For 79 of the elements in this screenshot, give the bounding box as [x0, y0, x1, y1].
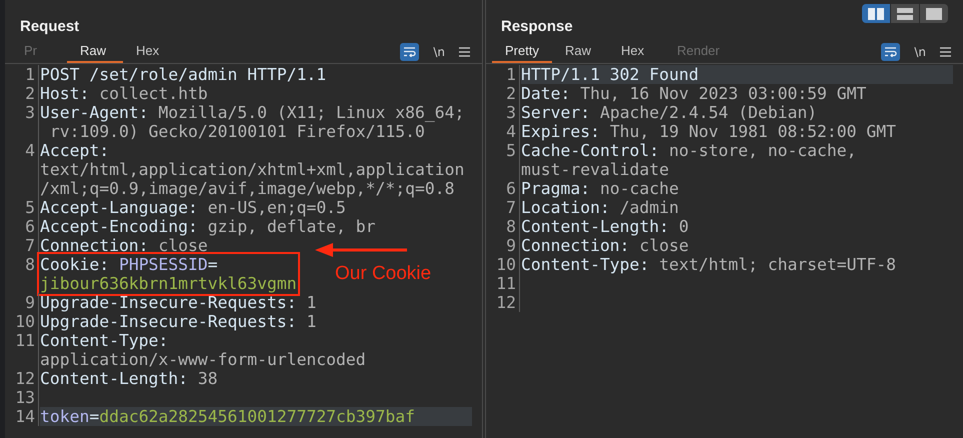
wrap-icon — [884, 46, 898, 57]
code-text: application/x-www-form-urlencoded — [40, 350, 366, 369]
code-text: /xml;q=0.9,image/avif,image/webp,*/*;q=0.8 — [40, 179, 454, 198]
code-text: POST /set/role/admin HTTP/1.1 — [40, 65, 326, 84]
layout-toggle-button[interactable] — [862, 4, 890, 23]
line-number: 9 — [24, 293, 36, 312]
code-text: rv:109.0) Gecko/20100101 Firefox/115.0 — [48, 122, 425, 141]
line-number: 5 — [505, 141, 517, 160]
code-text: Content-Type: — [40, 331, 168, 350]
code-text: Accept: — [40, 141, 110, 160]
view-tab[interactable]: Pretty — [492, 40, 552, 63]
code-text: Host: collect.htb — [40, 84, 208, 103]
code-text: must-revalidate — [521, 160, 670, 179]
code-text: HTTP/1.1 302 Found — [521, 65, 699, 84]
split-columns-icon — [868, 8, 884, 20]
view-tab[interactable]: Raw — [67, 40, 123, 63]
code-text: Upgrade-Insecure-Requests: 1 — [40, 312, 316, 331]
code-text: Connection: close — [40, 236, 208, 255]
wrap-lines-button[interactable] — [881, 42, 900, 60]
view-tab[interactable]: Hex — [608, 40, 664, 63]
code-text: Content-Type: text/html; charset=UTF-8 — [521, 255, 896, 274]
code-text: text/html,application/xhtml+xml,application — [40, 160, 464, 179]
line-number: 12 — [14, 369, 36, 388]
view-tab[interactable]: Hex — [123, 40, 179, 63]
wrap-icon — [403, 46, 416, 57]
wrap-lines-button[interactable] — [400, 42, 420, 60]
layout-toggle-button[interactable] — [891, 4, 919, 23]
code-text: Expires: Thu, 19 Nov 1981 08:52:00 GMT — [521, 122, 896, 141]
line-number: 10 — [14, 312, 36, 331]
code-text: Accept-Encoding: gzip, deflate, br — [40, 217, 376, 236]
code-text: token=ddac62a28254561001277727cb397baf — [40, 407, 415, 426]
code-text: Content-Length: 0 — [521, 217, 689, 236]
line-number: 11 — [14, 331, 36, 350]
code-text: User-Agent: Mozilla/5.0 (X11; Linux x86_64; — [40, 103, 464, 122]
code-text: Cache-Control: no-store, no-cache, — [521, 141, 857, 160]
line-number: 8 — [24, 255, 36, 274]
line-number: 9 — [505, 236, 517, 255]
line-number: 1 — [24, 65, 36, 84]
code-text: Location: /admin — [521, 198, 679, 217]
annotation-label: Our Cookie — [335, 264, 432, 283]
code-text: Accept-Language: en-US,en;q=0.5 — [40, 198, 346, 217]
code-text: Date: Thu, 16 Nov 2023 03:00:59 GMT — [521, 84, 866, 103]
line-number: 1 — [505, 65, 517, 84]
layout-toggle-button[interactable] — [920, 4, 948, 23]
code-text: Content-Length: 38 — [40, 369, 218, 388]
line-number: 3 — [24, 103, 36, 122]
line-number: 7 — [505, 198, 517, 217]
code-text: Upgrade-Insecure-Requests: 1 — [40, 293, 316, 312]
code-text: Pragma: no-cache — [521, 179, 679, 198]
line-number: 6 — [24, 217, 36, 236]
menu-icon — [940, 46, 951, 56]
panel-title: Response — [501, 16, 573, 36]
code-text: Cookie: PHPSESSID= — [40, 255, 218, 274]
line-number: 14 — [14, 407, 36, 426]
line-number: 2 — [505, 84, 517, 103]
single-pane-icon — [926, 8, 942, 20]
line-number: 7 — [24, 236, 36, 255]
line-number: 6 — [505, 179, 517, 198]
panel-title: Request — [20, 16, 80, 36]
line-number: 2 — [24, 84, 36, 103]
menu-button[interactable] — [459, 46, 470, 56]
menu-icon — [459, 46, 470, 56]
newline-toggle[interactable]: \n — [433, 42, 445, 60]
line-number: 3 — [505, 103, 517, 122]
line-number: 5 — [24, 198, 36, 217]
code-text: jibour636kbrn1mrtvkl63vgmn — [40, 274, 297, 293]
line-number: 13 — [14, 388, 36, 407]
line-number: 8 — [505, 217, 517, 236]
menu-button[interactable] — [940, 46, 951, 56]
code-text: Server: Apache/2.4.54 (Debian) — [521, 103, 818, 122]
view-tab[interactable]: Raw — [552, 40, 608, 63]
line-number: 4 — [24, 141, 36, 160]
line-number: 10 — [495, 255, 517, 274]
line-number: 12 — [495, 293, 517, 312]
newline-toggle[interactable]: \n — [914, 42, 926, 60]
line-number: 4 — [505, 122, 517, 141]
line-number: 11 — [495, 274, 517, 293]
split-rows-icon — [897, 8, 913, 20]
code-text: Connection: close — [521, 236, 689, 255]
